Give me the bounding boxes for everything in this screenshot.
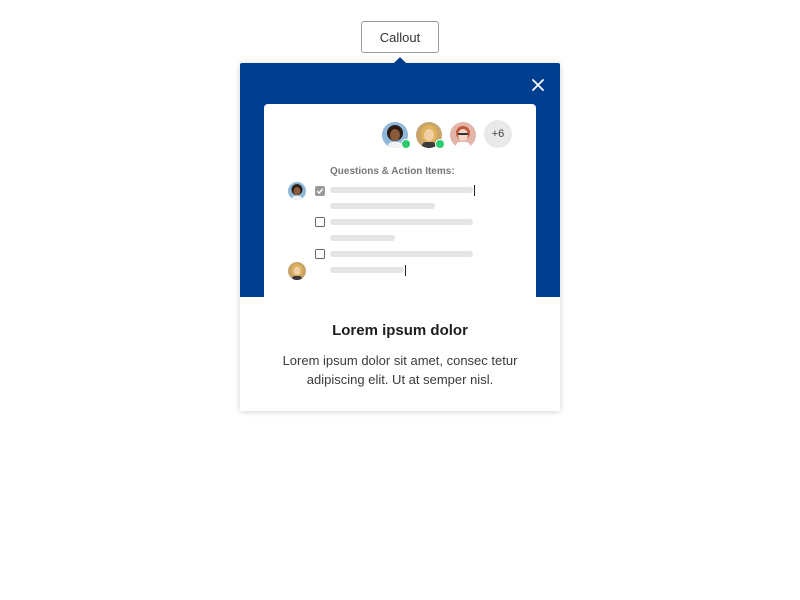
placeholder-line bbox=[330, 235, 395, 241]
callout-body: Lorem ipsum dolor Lorem ipsum dolor sit … bbox=[240, 297, 560, 411]
placeholder-line bbox=[330, 267, 404, 273]
text-cursor bbox=[405, 265, 406, 276]
callout-description: Lorem ipsum dolor sit amet, consec tetur… bbox=[282, 353, 518, 387]
callout-trigger-button[interactable]: Callout bbox=[361, 21, 439, 53]
text-cursor bbox=[474, 185, 475, 196]
checkbox-checked bbox=[315, 186, 325, 196]
callout-popover: +6 Questions & Action Items: Lorem ipsum… bbox=[240, 63, 560, 411]
checkbox-unchecked bbox=[315, 217, 325, 227]
callout-title: Lorem ipsum dolor bbox=[332, 322, 468, 339]
more-participants-badge: +6 bbox=[484, 120, 512, 148]
participant-avatar bbox=[450, 122, 476, 148]
callout-illustration: +6 Questions & Action Items: bbox=[240, 63, 560, 297]
online-status-indicator bbox=[401, 139, 411, 149]
close-icon[interactable] bbox=[530, 77, 546, 93]
section-title: Questions & Action Items: bbox=[330, 166, 455, 177]
placeholder-line bbox=[330, 219, 473, 225]
checkbox-unchecked bbox=[315, 249, 325, 259]
placeholder-line bbox=[330, 187, 473, 193]
placeholder-line bbox=[330, 251, 473, 257]
online-status-indicator bbox=[435, 139, 445, 149]
placeholder-line bbox=[330, 203, 435, 209]
participant-avatar bbox=[288, 182, 306, 200]
illustration-card: +6 Questions & Action Items: bbox=[264, 104, 536, 297]
participant-avatar bbox=[288, 262, 306, 280]
